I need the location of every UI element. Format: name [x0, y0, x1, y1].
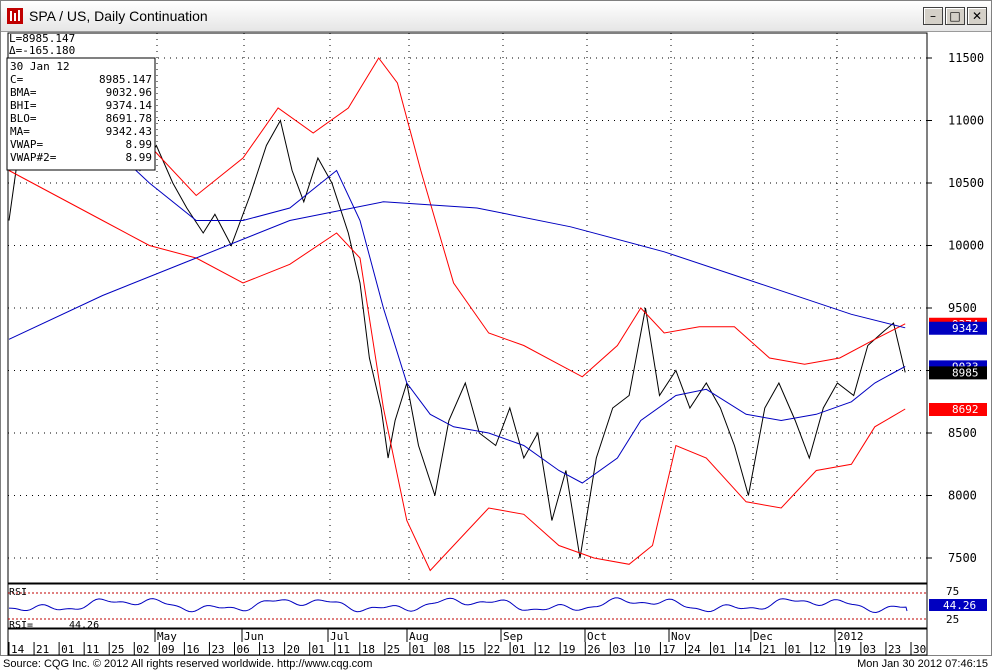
day-label: 08	[437, 643, 450, 656]
month-label: Jun	[244, 630, 264, 643]
info-row-value: 9342.43	[106, 125, 152, 138]
price-axis: 1150011000105001000095009000850080007500	[927, 51, 984, 565]
price-badges: 93749342903389858692	[929, 317, 987, 416]
rsi-level-25: 25	[946, 613, 959, 626]
day-label: 10	[637, 643, 650, 656]
price-tick-label: 11000	[948, 114, 984, 128]
date-days: 14 21 01 11 25 02 09 16 23 06 13 20 01 11 18 25 01 08 15 22…	[8, 642, 926, 656]
price-tick-label: 11500	[948, 51, 984, 65]
month-label: 2012	[837, 630, 864, 643]
info-row-label: C=	[10, 73, 24, 86]
day-label: 01	[61, 643, 74, 656]
month-label: May	[157, 630, 177, 643]
day-label: 13	[262, 643, 275, 656]
rsi-label: RSI	[9, 587, 27, 598]
info-row-label: BLO=	[10, 112, 37, 125]
day-label: 23	[211, 643, 224, 656]
chart-area[interactable]: 1150011000105001000095009000850080007500…	[1, 31, 991, 657]
day-label: 30	[913, 643, 926, 656]
price-chart-svg[interactable]: 1150011000105001000095009000850080007500…	[1, 31, 991, 657]
info-row-label: BMA=	[10, 86, 37, 99]
price-tick-label: 8500	[948, 426, 977, 440]
rsi-level-75: 75	[946, 585, 959, 598]
day-label: 01	[412, 643, 425, 656]
day-label: 12	[537, 643, 550, 656]
minimize-button[interactable]: –	[923, 7, 943, 25]
day-label: 22	[487, 643, 500, 656]
price-badge: 8985	[952, 366, 979, 379]
day-label: 19	[562, 643, 575, 656]
day-label: 11	[337, 643, 350, 656]
month-label: Aug	[409, 630, 429, 643]
day-label: 18	[362, 643, 375, 656]
price-badge: 8692	[952, 403, 979, 416]
info-row-label: VWAP#2=	[10, 151, 57, 164]
date-months: May Jun Jul Aug Sep Oct Nov Dec 2012	[154, 629, 864, 643]
day-label: 01	[713, 643, 726, 656]
day-label: 20	[287, 643, 300, 656]
day-label: 12	[813, 643, 826, 656]
day-label: 16	[186, 643, 199, 656]
day-label: 11	[86, 643, 99, 656]
day-label: 01	[788, 643, 801, 656]
day-label: 19	[838, 643, 851, 656]
day-label: 01	[312, 643, 325, 656]
price-tick-label: 9500	[948, 301, 977, 315]
window-title: SPA / US, Daily Continuation	[29, 8, 208, 24]
info-row-value: 9374.14	[106, 99, 153, 112]
day-label: 17	[662, 643, 675, 656]
cqg-app-icon	[7, 8, 23, 24]
day-label: 01	[512, 643, 525, 656]
timestamp-text: Mon Jan 30 2012 07:46:15	[857, 658, 988, 670]
status-bar: Source: CQG Inc. © 2012 All rights reser…	[0, 656, 992, 672]
price-tick-label: 10500	[948, 176, 984, 190]
info-box: 30 Jan 12 C= 8985.147 BMA= 9032.96 BHI= 9374.…	[6, 57, 156, 171]
month-label: Nov	[671, 630, 691, 643]
day-label: 02	[136, 643, 149, 656]
info-row-value: 8.99	[126, 151, 153, 164]
price-badge: 9342	[952, 322, 979, 335]
month-label: Oct	[587, 630, 607, 643]
day-label: 24	[688, 643, 702, 656]
day-label: 14	[738, 643, 752, 656]
price-tick-label: 8000	[948, 489, 977, 503]
day-label: 15	[462, 643, 475, 656]
day-label: 14	[11, 643, 25, 656]
month-label: Sep	[503, 630, 523, 643]
month-label: Dec	[753, 630, 773, 643]
maximize-button[interactable]: □	[945, 7, 965, 25]
info-row-value: 8.99	[126, 138, 153, 151]
day-label: 26	[587, 643, 600, 656]
day-label: 25	[387, 643, 400, 656]
day-label: 23	[888, 643, 901, 656]
day-label: 21	[36, 643, 49, 656]
day-label: 09	[161, 643, 174, 656]
day-label: 03	[863, 643, 876, 656]
source-text: Source: CQG Inc. © 2012 All rights reser…	[3, 658, 373, 670]
rsi-badge: 44.26	[943, 599, 976, 612]
close-button[interactable]: ✕	[967, 7, 987, 25]
day-label: 06	[237, 643, 250, 656]
day-label: 25	[111, 643, 124, 656]
info-row-value: 8985.147	[99, 73, 152, 86]
chart-window: SPA / US, Daily Continuation – □ ✕ 11500…	[0, 0, 992, 656]
info-row-label: BHI=	[10, 99, 37, 112]
price-tick-label: 10000	[948, 239, 984, 253]
title-bar[interactable]: SPA / US, Daily Continuation – □ ✕	[1, 1, 991, 32]
info-row-value: 9032.96	[106, 86, 152, 99]
month-label: Jul	[330, 630, 350, 643]
info-row-label: MA=	[10, 125, 30, 138]
info-row-label: VWAP=	[10, 138, 43, 151]
day-label: 21	[763, 643, 776, 656]
day-label: 03	[612, 643, 625, 656]
info-row-value: 8691.78	[106, 112, 152, 125]
info-date: 30 Jan 12	[10, 60, 70, 73]
delta-line: Δ=-165.180	[9, 44, 75, 57]
rsi-pane	[7, 583, 928, 629]
price-tick-label: 7500	[948, 551, 977, 565]
